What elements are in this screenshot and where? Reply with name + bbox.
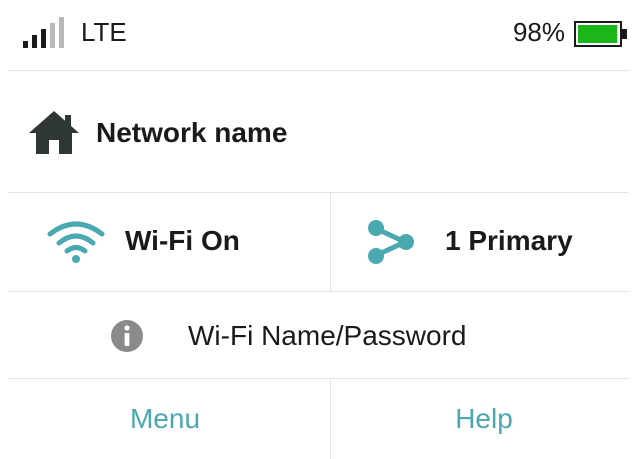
share-icon (368, 220, 414, 264)
battery-icon (574, 21, 627, 47)
signal-strength-icon (23, 17, 64, 48)
wifi-devices-row: Wi-Fi On 1 Primary (0, 193, 637, 291)
wifi-status-label: Wi-Fi On (125, 225, 240, 256)
battery-percent-label: 98% (512, 17, 565, 47)
wifi-status-cell[interactable]: Wi-Fi On (0, 193, 330, 291)
signal-bar-1 (23, 41, 28, 48)
signal-bar-2 (32, 35, 37, 48)
wifi-icon (47, 221, 105, 263)
network-name-label: Network name (96, 117, 288, 148)
signal-bar-3 (41, 29, 46, 48)
help-button[interactable]: Help (331, 379, 637, 459)
connected-devices-label: 1 Primary (445, 225, 573, 256)
battery-tip (622, 29, 627, 39)
wifi-credentials-label: Wi-Fi Name/Password (188, 320, 467, 351)
signal-bar-4 (50, 23, 55, 48)
menu-button[interactable]: Menu (0, 379, 330, 459)
network-type-label: LTE (81, 17, 127, 47)
network-name-row[interactable]: Network name (0, 71, 637, 191)
battery-fill (578, 25, 618, 43)
home-icon (29, 111, 79, 154)
signal-bar-5 (59, 17, 64, 48)
device-home-screen: LTE 98% Network name Wi-Fi On 1 Primary … (0, 0, 637, 459)
status-bar: LTE 98% (0, 0, 637, 70)
info-icon (111, 320, 143, 352)
wifi-credentials-row[interactable]: Wi-Fi Name/Password (0, 292, 637, 378)
bottom-nav: Menu Help (0, 379, 637, 459)
connected-devices-cell[interactable]: 1 Primary (331, 193, 637, 291)
